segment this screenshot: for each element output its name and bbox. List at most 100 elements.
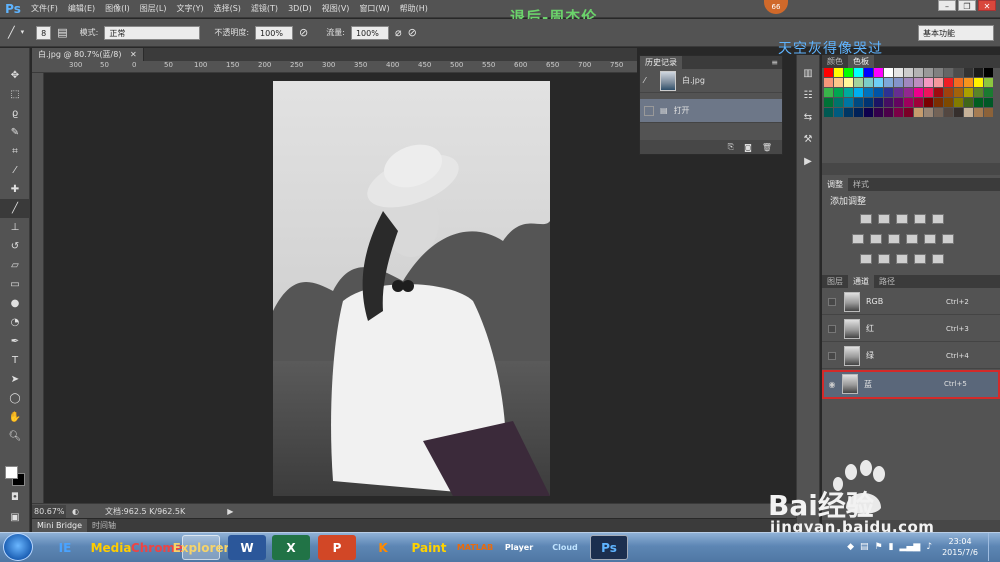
color-swatch[interactable]	[824, 98, 833, 107]
color-swatch[interactable]	[824, 78, 833, 87]
color-swatch[interactable]	[874, 78, 883, 87]
invert-icon[interactable]	[860, 254, 872, 264]
color-swatch[interactable]	[864, 68, 873, 77]
color-swatch[interactable]	[884, 78, 893, 87]
color-swatch[interactable]	[934, 78, 943, 87]
actions-panel-icon[interactable]: ⇆	[797, 107, 819, 127]
color-swatch[interactable]	[834, 68, 843, 77]
color-swatch[interactable]	[844, 108, 853, 117]
channel-mixer-icon[interactable]	[924, 234, 936, 244]
menu-view[interactable]: 视图(V)	[317, 0, 355, 18]
tab-color[interactable]: 颜色	[822, 55, 848, 68]
color-swatch[interactable]	[854, 88, 863, 97]
tab-history[interactable]: 历史记录	[640, 56, 682, 69]
healing-tool-icon[interactable]: ✚	[0, 180, 30, 199]
color-swatch[interactable]	[924, 98, 933, 107]
color-swatch[interactable]	[904, 98, 913, 107]
color-swatch[interactable]	[984, 108, 993, 117]
color-swatch[interactable]	[874, 68, 883, 77]
taskbar-paint-icon[interactable]: Paint	[410, 535, 448, 560]
clock[interactable]: 23:04 2015/7/6	[938, 536, 982, 558]
tab-paths[interactable]: 路径	[874, 275, 900, 288]
tab-adjustments[interactable]: 调整	[822, 178, 848, 191]
color-swatch[interactable]	[944, 98, 953, 107]
tab-styles[interactable]: 样式	[848, 178, 874, 191]
new-document-from-state-icon[interactable]: ⎘	[728, 142, 734, 152]
hand-tool-icon[interactable]: ✋	[0, 408, 30, 427]
visibility-toggle[interactable]	[828, 324, 836, 333]
color-swatch[interactable]	[914, 68, 923, 77]
zoom-level[interactable]: 80.67%	[32, 504, 66, 518]
pen-tool-icon[interactable]: ✒	[0, 332, 30, 351]
taskbar-ie-icon[interactable]: IE	[46, 535, 84, 560]
start-button[interactable]	[3, 533, 33, 561]
color-swatch[interactable]	[894, 88, 903, 97]
eyedropper-tool-icon[interactable]: ⁄	[0, 161, 30, 180]
menu-image[interactable]: 图像(I)	[100, 0, 135, 18]
tray-network-icon[interactable]: ▤	[860, 542, 869, 552]
document-image[interactable]	[273, 81, 550, 496]
eye-icon[interactable]: ◉	[826, 380, 838, 389]
color-swatch[interactable]	[954, 88, 963, 97]
visibility-toggle[interactable]	[828, 297, 836, 306]
taskbar-chrome-icon[interactable]: Chrome	[131, 535, 183, 560]
color-swatch[interactable]	[944, 78, 953, 87]
chevron-down-icon[interactable]: ▾	[21, 29, 25, 36]
color-swatch[interactable]	[844, 88, 853, 97]
color-swatch[interactable]	[984, 68, 993, 77]
restore-icon[interactable]: ❐	[958, 0, 976, 11]
history-snapshot[interactable]: ⁄ 白.jpg	[640, 69, 782, 93]
color-swatch[interactable]	[854, 68, 863, 77]
tab-mini-bridge[interactable]: Mini Bridge	[32, 519, 88, 532]
color-swatch[interactable]	[934, 68, 943, 77]
color-swatch[interactable]	[874, 88, 883, 97]
play-icon[interactable]: ▶	[797, 151, 819, 171]
menu-layer[interactable]: 图层(L)	[135, 0, 172, 18]
color-swatch[interactable]	[954, 78, 963, 87]
properties-panel-icon[interactable]: ☷	[797, 85, 819, 105]
workspace-select[interactable]: 基本功能	[918, 25, 994, 41]
color-swatch[interactable]	[984, 88, 993, 97]
color-balance-icon[interactable]	[870, 234, 882, 244]
channel-row-green[interactable]: 绿 Ctrl+4	[822, 343, 1000, 369]
color-swatch[interactable]	[824, 108, 833, 117]
channel-row-red[interactable]: 红 Ctrl+3	[822, 316, 1000, 342]
color-swatch[interactable]	[834, 98, 843, 107]
color-swatch[interactable]	[884, 108, 893, 117]
history-step[interactable]: ▤ 打开	[640, 99, 782, 123]
pressure-opacity-icon[interactable]: ⊘	[299, 27, 308, 38]
hue-saturation-icon[interactable]	[852, 234, 864, 244]
visibility-toggle[interactable]	[828, 351, 836, 360]
color-swatch[interactable]	[844, 68, 853, 77]
tray-battery-icon[interactable]: ▮	[889, 542, 894, 552]
history-brush-tool-icon[interactable]: ↺	[0, 237, 30, 256]
color-swatch[interactable]	[914, 98, 923, 107]
menu-filter[interactable]: 滤镜(T)	[246, 0, 283, 18]
color-swatch[interactable]	[864, 88, 873, 97]
menu-help[interactable]: 帮助(H)	[395, 0, 433, 18]
menu-file[interactable]: 文件(F)	[26, 0, 63, 18]
gradient-tool-icon[interactable]: ▭	[0, 275, 30, 294]
black-white-icon[interactable]	[888, 234, 900, 244]
color-swatch[interactable]	[984, 98, 993, 107]
color-swatch[interactable]	[944, 68, 953, 77]
posterize-icon[interactable]	[878, 254, 890, 264]
color-swatch[interactable]	[904, 68, 913, 77]
color-swatch[interactable]	[974, 88, 983, 97]
taskbar-k-icon[interactable]: K	[364, 535, 402, 560]
panel-menu-icon[interactable]: ≡	[771, 58, 782, 67]
menu-select[interactable]: 选择(S)	[209, 0, 246, 18]
tool-presets-icon[interactable]: ⚒	[797, 129, 819, 149]
color-swatch[interactable]	[904, 78, 913, 87]
color-swatch[interactable]	[854, 108, 863, 117]
eraser-tool-icon[interactable]: ▱	[0, 256, 30, 275]
color-swatch[interactable]	[924, 88, 933, 97]
color-swatch[interactable]	[954, 108, 963, 117]
history-step-checkbox[interactable]	[644, 105, 654, 116]
tray-flag-icon[interactable]: ⚑	[875, 542, 883, 552]
export-icon[interactable]: ◐	[72, 507, 79, 516]
history-brush-source-icon[interactable]: ⁄	[644, 76, 654, 85]
color-swatch[interactable]	[834, 88, 843, 97]
color-swatch[interactable]	[844, 78, 853, 87]
levels-icon[interactable]	[878, 214, 890, 224]
